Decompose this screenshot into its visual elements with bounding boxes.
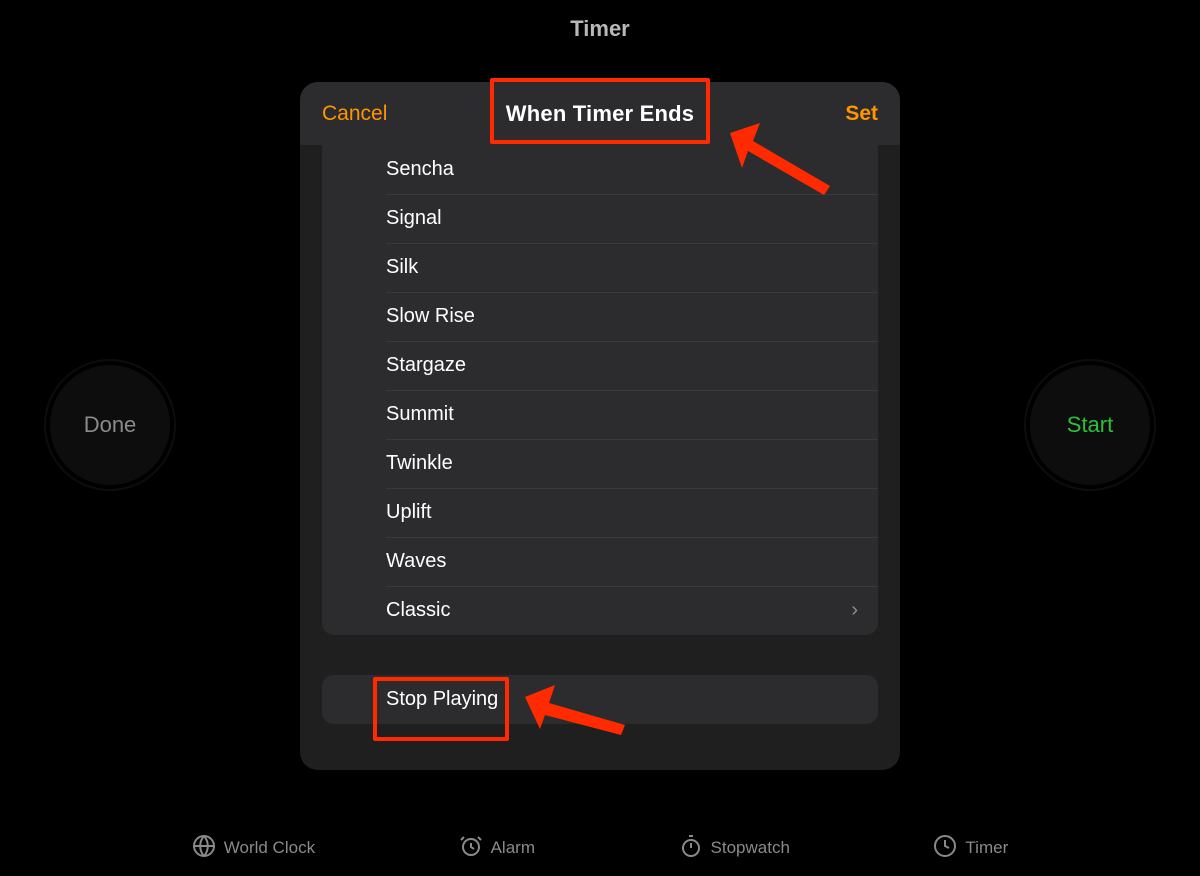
timer-icon — [933, 834, 957, 863]
tab-label: Stopwatch — [711, 838, 790, 858]
set-button[interactable]: Set — [845, 102, 878, 126]
tab-label: Timer — [965, 838, 1008, 858]
ringtone-label: Signal — [386, 207, 442, 230]
tab-stopwatch[interactable]: Stopwatch — [679, 834, 790, 863]
tab-world-clock[interactable]: World Clock — [192, 834, 315, 863]
ringtone-row[interactable]: Stargaze — [322, 341, 878, 390]
annotation-box-title — [490, 78, 710, 144]
ringtone-row[interactable]: Waves — [322, 537, 878, 586]
annotation-arrow-title — [720, 123, 840, 203]
ringtone-list[interactable]: Sencha Signal Silk Slow Rise Stargaze Summit T… — [322, 145, 878, 635]
stopwatch-icon — [679, 834, 703, 863]
ringtone-label: Slow Rise — [386, 305, 475, 328]
tab-alarm[interactable]: Alarm — [459, 834, 535, 863]
done-label: Done — [84, 412, 137, 438]
globe-icon — [192, 834, 216, 863]
start-button[interactable]: Start — [1030, 365, 1150, 485]
tab-timer[interactable]: Timer — [933, 834, 1008, 863]
done-button[interactable]: Done — [50, 365, 170, 485]
chevron-right-icon: › — [851, 599, 858, 622]
ringtone-label: Uplift — [386, 501, 432, 524]
ringtone-label: Summit — [386, 403, 454, 426]
annotation-arrow-stop — [515, 685, 635, 745]
ringtone-row[interactable]: Uplift — [322, 488, 878, 537]
tab-bar: World Clock Alarm Stopwatch Timer — [0, 820, 1200, 876]
classic-row[interactable]: Classic › — [322, 586, 878, 635]
ringtone-row[interactable]: Twinkle — [322, 439, 878, 488]
annotation-box-stop-playing — [373, 677, 509, 741]
ringtone-label: Twinkle — [386, 452, 453, 475]
ringtone-label: Stargaze — [386, 354, 466, 377]
cancel-button[interactable]: Cancel — [322, 102, 387, 126]
ringtone-label: Sencha — [386, 158, 454, 181]
start-label: Start — [1067, 412, 1113, 438]
ringtone-label: Waves — [386, 550, 446, 573]
ringtone-row[interactable]: Summit — [322, 390, 878, 439]
ringtone-row[interactable]: Silk — [322, 243, 878, 292]
tab-label: Alarm — [491, 838, 535, 858]
alarm-icon — [459, 834, 483, 863]
page-title: Timer — [0, 16, 1200, 42]
classic-label: Classic — [386, 599, 450, 622]
ringtone-row[interactable]: Slow Rise — [322, 292, 878, 341]
ringtone-label: Silk — [386, 256, 418, 279]
tab-label: World Clock — [224, 838, 315, 858]
